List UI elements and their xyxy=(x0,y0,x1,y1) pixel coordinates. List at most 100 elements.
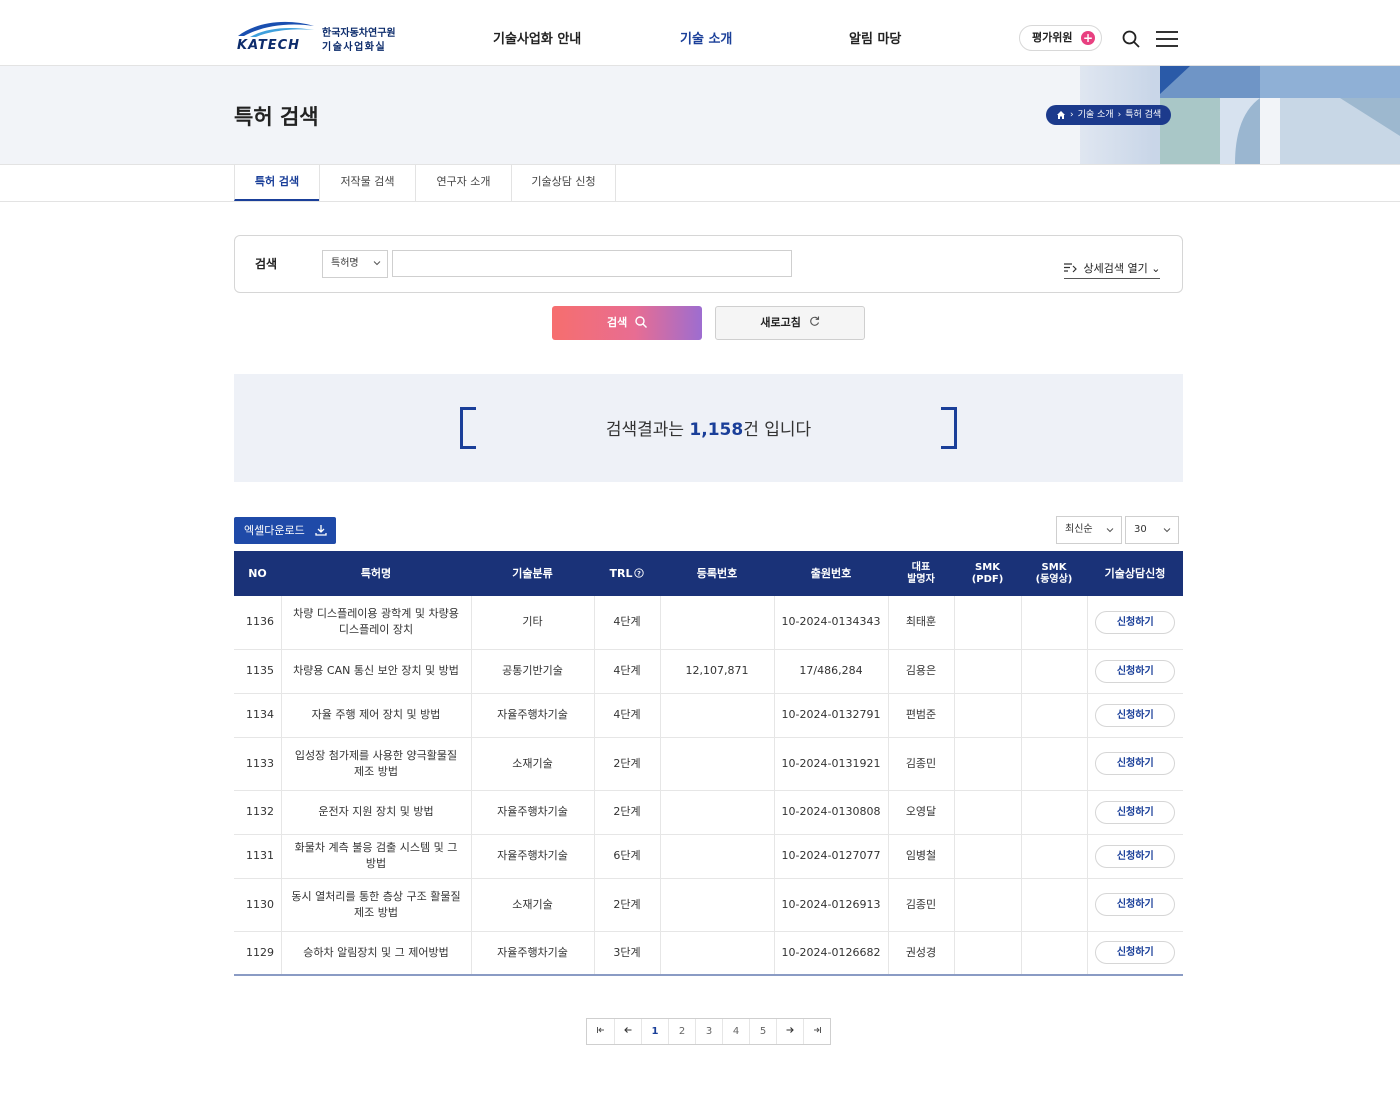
apply-consult-button[interactable]: 신청하기 xyxy=(1095,800,1176,824)
search-icon xyxy=(635,316,648,328)
cell-trl: 6단계 xyxy=(593,834,660,879)
cell-category: 소재기술 xyxy=(470,878,594,932)
home-icon[interactable] xyxy=(1056,110,1066,120)
logo-text-en: KATECH xyxy=(237,38,301,53)
col-header-smk-pdf: SMK (PDF) xyxy=(954,551,1021,596)
page-number[interactable]: 4 xyxy=(722,1019,749,1044)
cell-trl: 2단계 xyxy=(593,737,660,791)
search-field-select[interactable]: 특허명 xyxy=(322,250,388,278)
breadcrumb-item-tech[interactable]: 기술 소개 xyxy=(1078,105,1114,125)
first-page-button[interactable] xyxy=(587,1019,614,1044)
next-page-button[interactable] xyxy=(776,1019,803,1044)
search-button[interactable]: 검색 xyxy=(552,306,702,340)
apply-consult-button[interactable]: 신청하기 xyxy=(1095,893,1176,916)
table-row: 1129 승하차 알림장치 및 그 제어방법 자율주행차기술 3단계 10-2024-0… xyxy=(234,931,1183,976)
help-icon[interactable]: ? xyxy=(634,567,645,578)
cell-no: 1135 xyxy=(234,649,281,694)
cell-inventor: 김종민 xyxy=(887,737,954,791)
nav-item-commercialization[interactable]: 기술사업화 안내 xyxy=(493,28,581,47)
last-page-icon xyxy=(814,1027,821,1033)
page-title: 특허 검색 xyxy=(234,105,319,129)
page-number[interactable]: 3 xyxy=(695,1019,722,1044)
cell-reg-no xyxy=(659,737,774,791)
cell-consult: 신청하기 xyxy=(1086,693,1183,738)
evaluator-button[interactable]: 평가위원 + xyxy=(1019,25,1102,51)
cell-consult: 신청하기 xyxy=(1086,834,1183,879)
search-icon[interactable] xyxy=(1122,30,1140,48)
cell-patent-name: 차량 디스플레이용 광학계 및 차량용 디스플레이 장치 xyxy=(280,596,471,650)
sort-order-select[interactable]: 최신순 xyxy=(1056,516,1122,544)
page-number[interactable]: 2 xyxy=(668,1019,695,1044)
sort-order-value: 최신순 xyxy=(1065,524,1093,535)
katech-logo[interactable]: KATECH 한국자동차연구원 기술사업화실 xyxy=(236,20,406,56)
advanced-search-toggle[interactable]: 상세검색 열기 ⌄ xyxy=(1064,260,1161,279)
reset-button[interactable]: 새로고침 xyxy=(715,306,865,340)
cell-reg-no xyxy=(659,596,774,650)
arrow-left-icon xyxy=(624,1027,632,1033)
tab-copyright-search[interactable]: 저작물 검색 xyxy=(319,165,415,201)
sub-tabs: 특허 검색 저작물 검색 연구자 소개 기술상담 신청 xyxy=(0,164,1400,202)
cell-inventor: 최태훈 xyxy=(887,596,954,650)
cell-consult: 신청하기 xyxy=(1086,790,1183,835)
cell-reg-no xyxy=(659,790,774,835)
excel-download-label: 엑셀다운로드 xyxy=(244,524,305,537)
excel-download-button[interactable]: 엑셀다운로드 xyxy=(234,517,336,544)
nav-item-notice[interactable]: 알림 마당 xyxy=(849,28,901,47)
cell-smk-pdf xyxy=(953,878,1021,932)
result-suffix: 건 입니다 xyxy=(743,420,812,440)
cell-smk-video xyxy=(1020,596,1087,650)
col-header-trl: TRL? xyxy=(594,551,660,596)
cell-smk-video xyxy=(1020,931,1087,976)
col-header-name: 특허명 xyxy=(281,551,471,596)
apply-consult-button[interactable]: 신청하기 xyxy=(1095,659,1176,683)
cell-no: 1136 xyxy=(234,596,281,650)
last-page-button[interactable] xyxy=(803,1019,830,1044)
page-size-select[interactable]: 30 xyxy=(1125,516,1179,544)
table-header-row: NO 특허명 기술분류 TRL? 등록번호 출원번호 대표 발명자 SMK (P… xyxy=(234,551,1183,596)
cell-no: 1130 xyxy=(234,878,281,932)
table-row: 1131 화물차 계측 불응 검출 시스템 및 그 방법 자율주행차기술 6단계 10-… xyxy=(234,834,1183,879)
cell-category: 소재기술 xyxy=(470,737,594,791)
cell-reg-no xyxy=(659,931,774,976)
advanced-search-label: 상세검색 열기 xyxy=(1083,262,1148,275)
breadcrumb-item-current[interactable]: 특허 검색 xyxy=(1125,105,1161,125)
result-prefix: 검색결과는 xyxy=(605,420,690,440)
first-page-icon xyxy=(596,1027,604,1033)
cell-category: 자율주행차기술 xyxy=(470,931,594,976)
apply-consult-button[interactable]: 신청하기 xyxy=(1095,752,1176,775)
cell-category: 기타 xyxy=(470,596,594,650)
cell-app-no: 10-2024-0132791 xyxy=(773,693,888,738)
apply-consult-button[interactable]: 신청하기 xyxy=(1095,941,1176,965)
page-number[interactable]: 1 xyxy=(641,1019,668,1044)
site-header: KATECH 한국자동차연구원 기술사업화실 기술사업화 안내 기술 소개 알림… xyxy=(0,0,1400,66)
filter-list-icon xyxy=(1064,263,1077,273)
cell-app-no: 10-2024-0134343 xyxy=(773,596,888,650)
cell-reg-no xyxy=(659,834,774,879)
col-header-consult: 기술상담신청 xyxy=(1087,551,1183,596)
logo-text-dept: 기술사업화실 xyxy=(322,42,387,53)
cell-category: 공통기반기술 xyxy=(470,649,594,694)
cell-patent-name: 자율 주행 제어 장치 및 방법 xyxy=(280,693,471,738)
apply-consult-button[interactable]: 신청하기 xyxy=(1095,703,1176,727)
table-row: 1134 자율 주행 제어 장치 및 방법 자율주행차기술 4단계 10-2024-01… xyxy=(234,693,1183,738)
cell-smk-video xyxy=(1020,693,1087,738)
chevron-down-icon: ⌄ xyxy=(1151,262,1161,275)
tab-patent-search[interactable]: 특허 검색 xyxy=(234,165,319,201)
download-icon xyxy=(315,525,327,536)
search-panel: 검색 특허명 상세검색 열기 ⌄ xyxy=(234,235,1183,293)
hamburger-icon[interactable] xyxy=(1156,31,1178,47)
page-number[interactable]: 5 xyxy=(749,1019,776,1044)
cell-no: 1134 xyxy=(234,693,281,738)
col-header-reg-no: 등록번호 xyxy=(660,551,774,596)
apply-consult-button[interactable]: 신청하기 xyxy=(1095,844,1176,868)
nav-item-tech-intro[interactable]: 기술 소개 xyxy=(680,28,732,47)
tab-consult-request[interactable]: 기술상담 신청 xyxy=(511,165,616,201)
prev-page-button[interactable] xyxy=(614,1019,641,1044)
apply-consult-button[interactable]: 신청하기 xyxy=(1095,610,1176,634)
col-header-category: 기술분류 xyxy=(471,551,594,596)
search-input[interactable] xyxy=(392,250,792,277)
tab-researcher-intro[interactable]: 연구자 소개 xyxy=(415,165,511,201)
cell-smk-video xyxy=(1020,878,1087,932)
search-field-value: 특허명 xyxy=(331,258,359,269)
cell-category: 자율주행차기술 xyxy=(470,693,594,738)
